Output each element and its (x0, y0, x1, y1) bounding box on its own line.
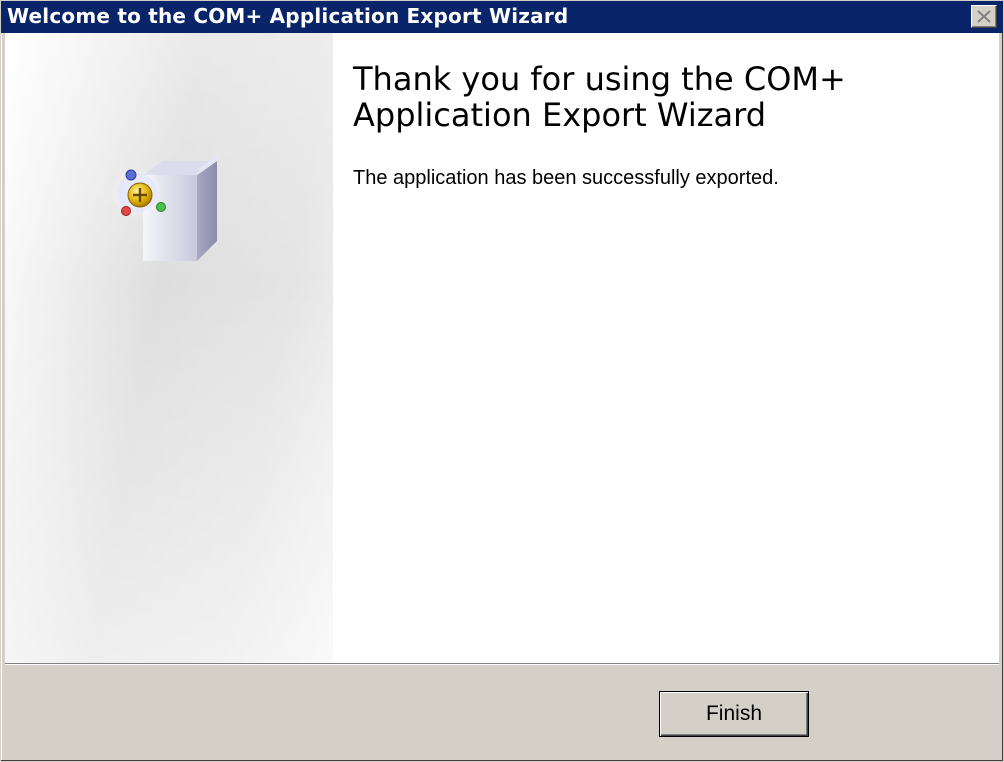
close-icon (977, 10, 991, 23)
wizard-content: Thank you for using the COM+ Application… (5, 33, 999, 663)
window-title: Welcome to the COM+ Application Export W… (7, 4, 569, 28)
status-message: The application has been successfully ex… (353, 167, 779, 189)
wizard-window: Welcome to the COM+ Application Export W… (0, 0, 1004, 762)
wizard-side-banner (5, 33, 333, 663)
finish-button-label: Finish (705, 702, 763, 725)
com-package-icon (111, 153, 221, 261)
close-button[interactable] (971, 5, 997, 28)
footer-divider (5, 663, 999, 665)
title-bar[interactable]: Welcome to the COM+ Application Export W… (1, 1, 1003, 33)
page-title: Thank you for using the COM+ Application… (353, 60, 846, 134)
finish-button[interactable]: Finish (659, 691, 809, 737)
